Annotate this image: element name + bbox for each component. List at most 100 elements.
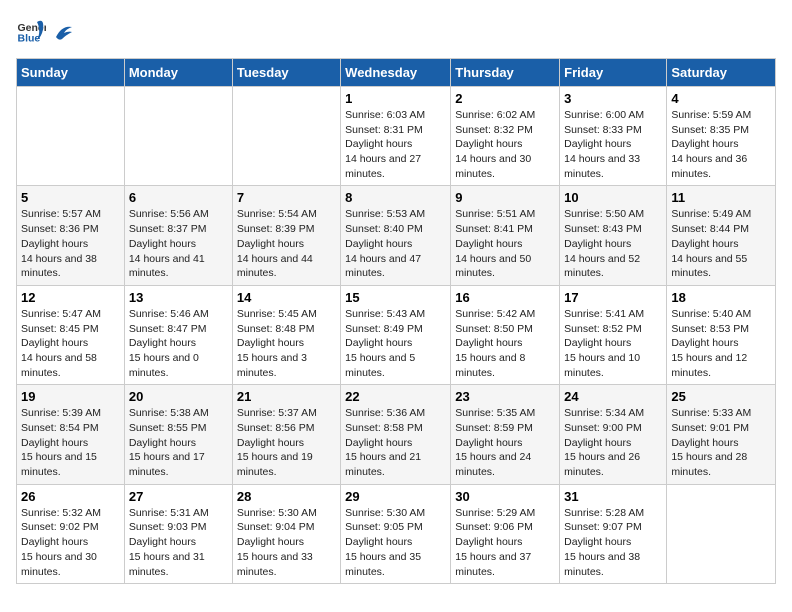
day-number: 29	[345, 489, 446, 504]
calendar-cell	[17, 87, 125, 186]
week-row-5: 26Sunrise: 5:32 AMSunset: 9:02 PMDayligh…	[17, 484, 776, 583]
day-info: Sunrise: 5:49 AMSunset: 8:44 PMDaylight …	[671, 207, 771, 280]
day-number: 16	[455, 290, 555, 305]
calendar-cell: 30 Sunrise: 5:29 AMSunset: 9:06 PMDayligh…	[451, 484, 560, 583]
calendar-cell: 8 Sunrise: 5:53 AMSunset: 8:40 PMDaylight…	[341, 186, 451, 285]
header-saturday: Saturday	[667, 59, 776, 87]
day-info: Sunrise: 6:03 AMSunset: 8:31 PMDaylight …	[345, 108, 446, 181]
logo-bird-icon	[52, 23, 74, 41]
calendar-cell: 11 Sunrise: 5:49 AMSunset: 8:44 PMDayligh…	[667, 186, 776, 285]
day-info: Sunrise: 5:31 AMSunset: 9:03 PMDaylight …	[129, 506, 228, 579]
day-number: 23	[455, 389, 555, 404]
week-row-3: 12Sunrise: 5:47 AMSunset: 8:45 PMDayligh…	[17, 285, 776, 384]
day-number: 15	[345, 290, 446, 305]
page-header: General Blue	[16, 16, 776, 46]
day-info: Sunrise: 5:38 AMSunset: 8:55 PMDaylight …	[129, 406, 228, 479]
header-thursday: Thursday	[451, 59, 560, 87]
day-number: 3	[564, 91, 662, 106]
day-number: 1	[345, 91, 446, 106]
day-number: 17	[564, 290, 662, 305]
day-number: 25	[671, 389, 771, 404]
header-row: SundayMondayTuesdayWednesdayThursdayFrid…	[17, 59, 776, 87]
calendar-cell: 9Sunrise: 5:51 AMSunset: 8:41 PMDaylight…	[451, 186, 560, 285]
calendar-cell: 4Sunrise: 5:59 AMSunset: 8:35 PMDaylight…	[667, 87, 776, 186]
header-friday: Friday	[560, 59, 667, 87]
day-info: Sunrise: 5:32 AMSunset: 9:02 PMDaylight …	[21, 506, 120, 579]
day-info: Sunrise: 5:28 AMSunset: 9:07 PMDaylight …	[564, 506, 662, 579]
day-number: 10	[564, 190, 662, 205]
header-sunday: Sunday	[17, 59, 125, 87]
svg-text:Blue: Blue	[18, 33, 41, 45]
day-info: Sunrise: 5:30 AMSunset: 9:05 PMDaylight …	[345, 506, 446, 579]
week-row-1: 1 Sunrise: 6:03 AMSunset: 8:31 PMDaylight…	[17, 87, 776, 186]
header-monday: Monday	[124, 59, 232, 87]
calendar-cell: 26Sunrise: 5:32 AMSunset: 9:02 PMDayligh…	[17, 484, 125, 583]
header-wednesday: Wednesday	[341, 59, 451, 87]
calendar-cell: 2Sunrise: 6:02 AMSunset: 8:32 PMDaylight…	[451, 87, 560, 186]
day-info: Sunrise: 5:37 AMSunset: 8:56 PMDaylight …	[237, 406, 336, 479]
calendar-cell	[124, 87, 232, 186]
calendar-cell: 31 Sunrise: 5:28 AMSunset: 9:07 PMDayligh…	[560, 484, 667, 583]
calendar-cell: 14Sunrise: 5:45 AMSunset: 8:48 PMDayligh…	[232, 285, 340, 384]
day-info: Sunrise: 5:29 AMSunset: 9:06 PMDaylight …	[455, 506, 555, 579]
day-number: 31	[564, 489, 662, 504]
logo-icon: General Blue	[16, 16, 46, 46]
day-number: 7	[237, 190, 336, 205]
week-row-2: 5 Sunrise: 5:57 AMSunset: 8:36 PMDaylight…	[17, 186, 776, 285]
header-tuesday: Tuesday	[232, 59, 340, 87]
day-info: Sunrise: 6:00 AMSunset: 8:33 PMDaylight …	[564, 108, 662, 181]
day-number: 14	[237, 290, 336, 305]
day-info: Sunrise: 5:35 AMSunset: 8:59 PMDaylight …	[455, 406, 555, 479]
day-info: Sunrise: 5:50 AMSunset: 8:43 PMDaylight …	[564, 207, 662, 280]
day-info: Sunrise: 5:33 AMSunset: 9:01 PMDaylight …	[671, 406, 771, 479]
day-number: 13	[129, 290, 228, 305]
day-number: 5	[21, 190, 120, 205]
calendar-cell: 7Sunrise: 5:54 AMSunset: 8:39 PMDaylight…	[232, 186, 340, 285]
day-info: Sunrise: 5:56 AMSunset: 8:37 PMDaylight …	[129, 207, 228, 280]
calendar-cell: 5 Sunrise: 5:57 AMSunset: 8:36 PMDaylight…	[17, 186, 125, 285]
calendar-cell: 3 Sunrise: 6:00 AMSunset: 8:33 PMDaylight…	[560, 87, 667, 186]
day-info: Sunrise: 5:57 AMSunset: 8:36 PMDaylight …	[21, 207, 120, 280]
day-info: Sunrise: 5:43 AMSunset: 8:49 PMDaylight …	[345, 307, 446, 380]
day-number: 4	[671, 91, 771, 106]
day-number: 30	[455, 489, 555, 504]
day-number: 9	[455, 190, 555, 205]
day-info: Sunrise: 5:46 AMSunset: 8:47 PMDaylight …	[129, 307, 228, 380]
day-info: Sunrise: 5:40 AMSunset: 8:53 PMDaylight …	[671, 307, 771, 380]
calendar-cell: 19 Sunrise: 5:39 AMSunset: 8:54 PMDayligh…	[17, 385, 125, 484]
calendar-table: SundayMondayTuesdayWednesdayThursdayFrid…	[16, 58, 776, 584]
calendar-cell: 20Sunrise: 5:38 AMSunset: 8:55 PMDayligh…	[124, 385, 232, 484]
day-info: Sunrise: 6:02 AMSunset: 8:32 PMDaylight …	[455, 108, 555, 181]
calendar-body: 1 Sunrise: 6:03 AMSunset: 8:31 PMDaylight…	[17, 87, 776, 584]
calendar-cell: 28Sunrise: 5:30 AMSunset: 9:04 PMDayligh…	[232, 484, 340, 583]
day-info: Sunrise: 5:53 AMSunset: 8:40 PMDaylight …	[345, 207, 446, 280]
day-number: 11	[671, 190, 771, 205]
calendar-cell: 10 Sunrise: 5:50 AMSunset: 8:43 PMDayligh…	[560, 186, 667, 285]
calendar-header: SundayMondayTuesdayWednesdayThursdayFrid…	[17, 59, 776, 87]
calendar-cell: 27 Sunrise: 5:31 AMSunset: 9:03 PMDayligh…	[124, 484, 232, 583]
calendar-cell: 23 Sunrise: 5:35 AMSunset: 8:59 PMDayligh…	[451, 385, 560, 484]
day-info: Sunrise: 5:39 AMSunset: 8:54 PMDaylight …	[21, 406, 120, 479]
calendar-cell: 12Sunrise: 5:47 AMSunset: 8:45 PMDayligh…	[17, 285, 125, 384]
day-info: Sunrise: 5:34 AMSunset: 9:00 PMDaylight …	[564, 406, 662, 479]
day-number: 22	[345, 389, 446, 404]
day-number: 21	[237, 389, 336, 404]
day-info: Sunrise: 5:41 AMSunset: 8:52 PMDaylight …	[564, 307, 662, 380]
calendar-cell: 18 Sunrise: 5:40 AMSunset: 8:53 PMDayligh…	[667, 285, 776, 384]
logo: General Blue	[16, 16, 74, 46]
day-info: Sunrise: 5:36 AMSunset: 8:58 PMDaylight …	[345, 406, 446, 479]
day-number: 19	[21, 389, 120, 404]
calendar-cell	[667, 484, 776, 583]
day-info: Sunrise: 5:42 AMSunset: 8:50 PMDaylight …	[455, 307, 555, 380]
week-row-4: 19 Sunrise: 5:39 AMSunset: 8:54 PMDayligh…	[17, 385, 776, 484]
calendar-cell: 22 Sunrise: 5:36 AMSunset: 8:58 PMDayligh…	[341, 385, 451, 484]
day-number: 18	[671, 290, 771, 305]
calendar-cell: 1 Sunrise: 6:03 AMSunset: 8:31 PMDaylight…	[341, 87, 451, 186]
calendar-cell: 17 Sunrise: 5:41 AMSunset: 8:52 PMDayligh…	[560, 285, 667, 384]
day-number: 24	[564, 389, 662, 404]
calendar-cell: 29 Sunrise: 5:30 AMSunset: 9:05 PMDayligh…	[341, 484, 451, 583]
calendar-cell: 13 Sunrise: 5:46 AMSunset: 8:47 PMDayligh…	[124, 285, 232, 384]
day-number: 27	[129, 489, 228, 504]
calendar-cell	[232, 87, 340, 186]
day-number: 8	[345, 190, 446, 205]
